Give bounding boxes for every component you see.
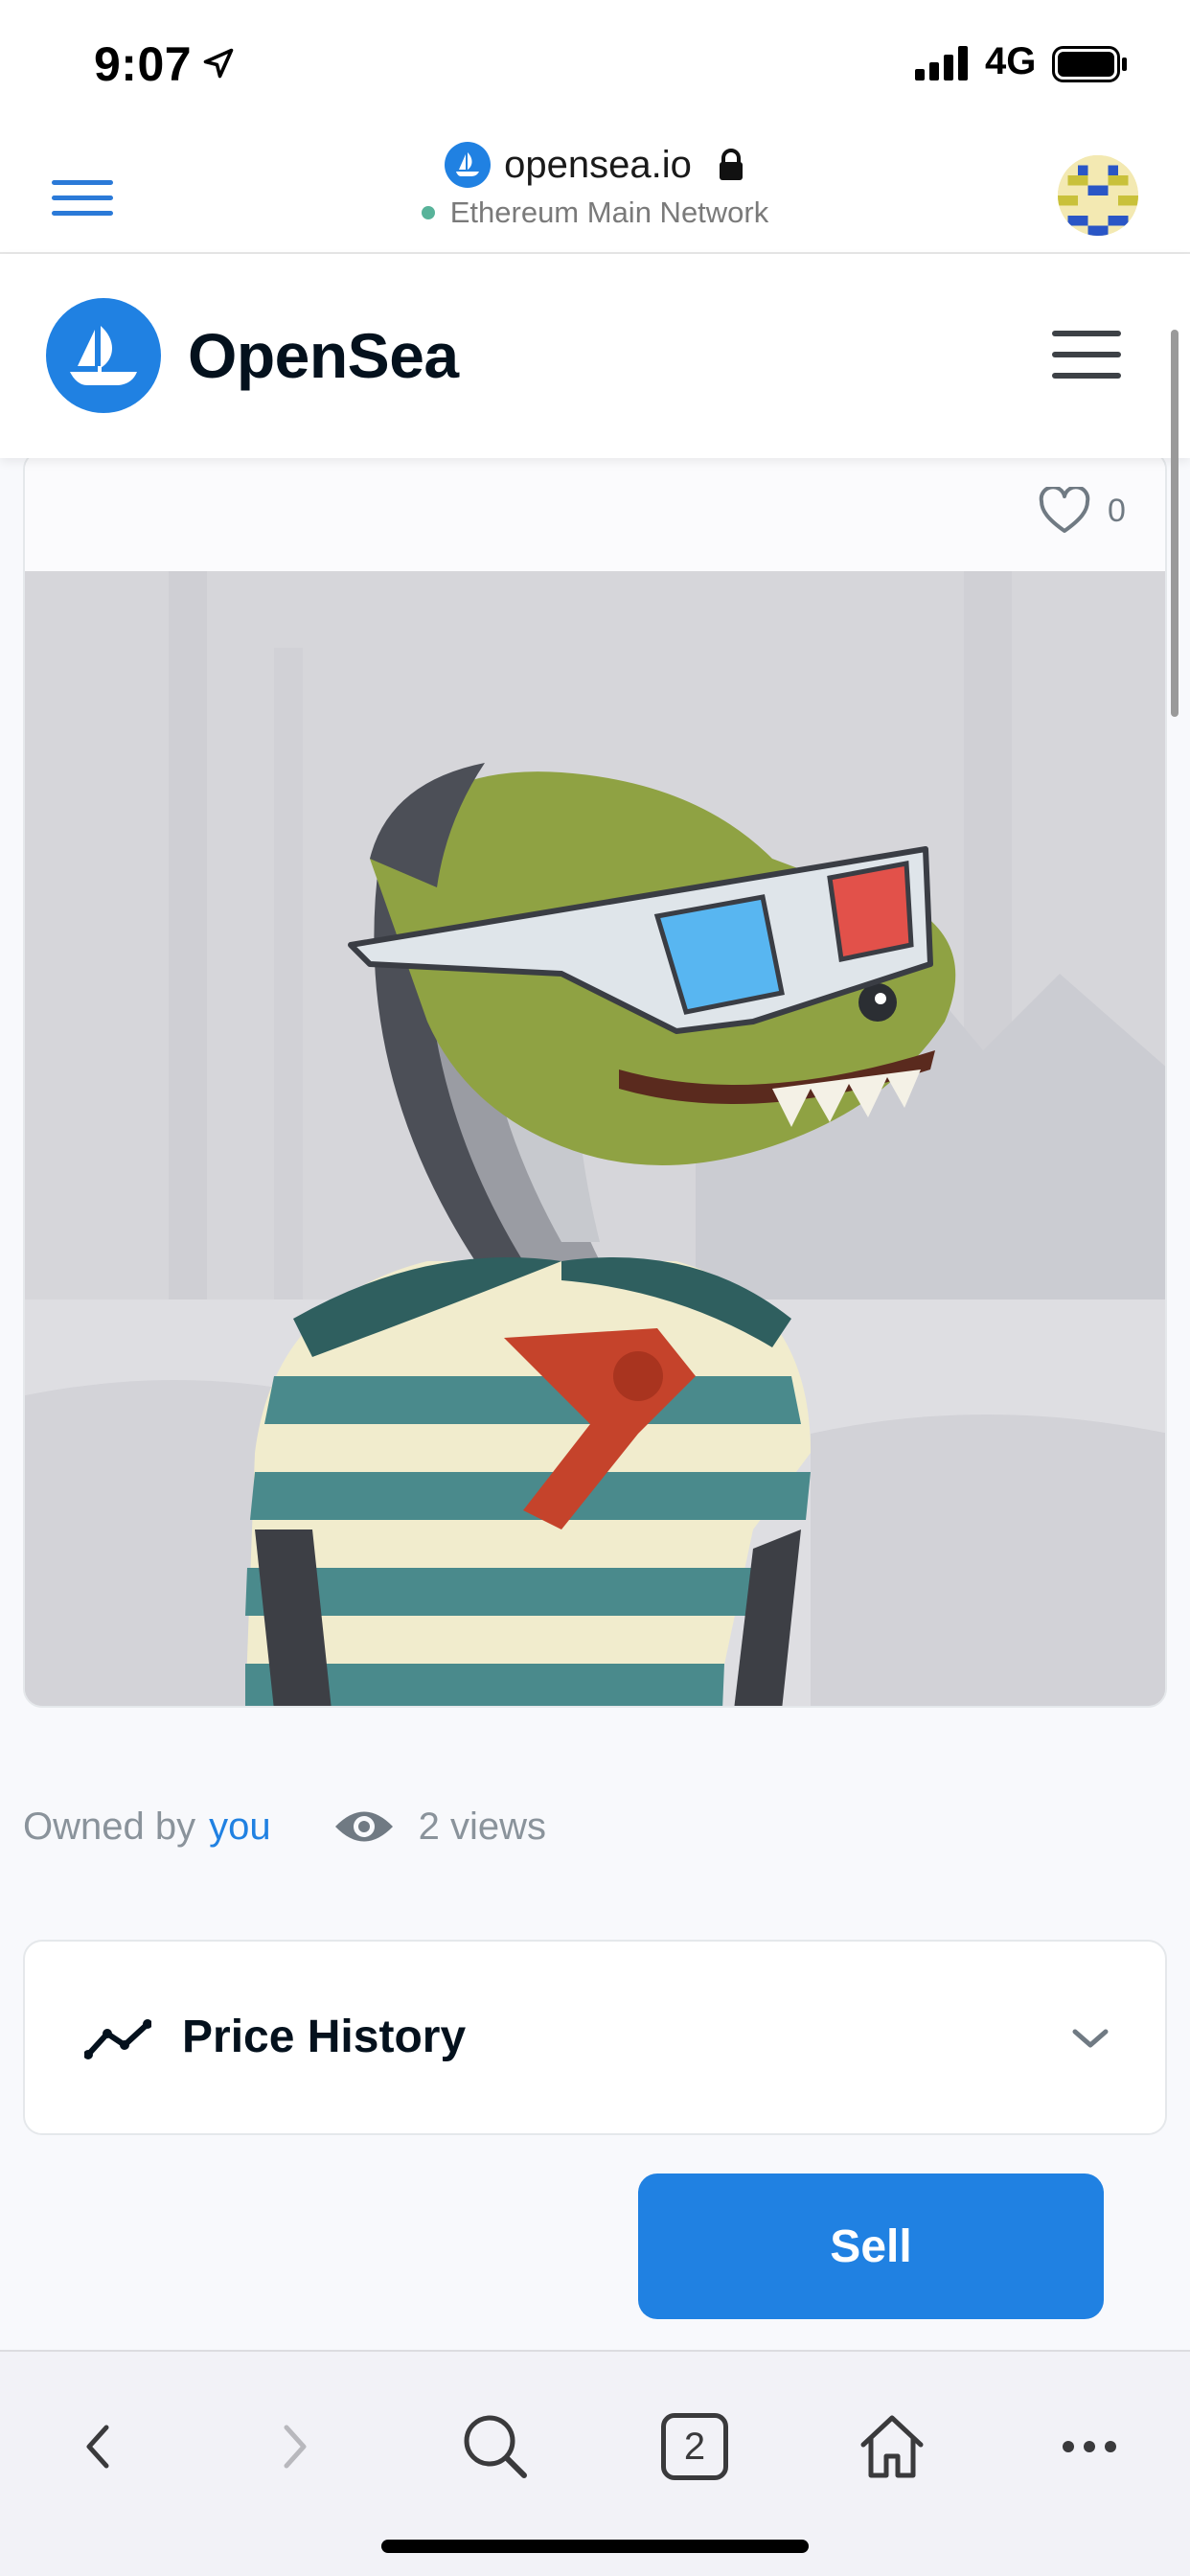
tabs-button[interactable]: 2 [652, 2404, 738, 2490]
chevron-left-icon[interactable] [56, 2404, 142, 2490]
sell-button[interactable]: Sell [638, 2174, 1104, 2319]
tabs-count: 2 [661, 2413, 728, 2480]
network-status-dot [421, 206, 435, 219]
search-icon[interactable] [452, 2404, 538, 2490]
card-header: 0 [25, 452, 1165, 571]
more-icon[interactable] [1046, 2404, 1133, 2490]
home-icon[interactable] [849, 2404, 935, 2490]
opensea-logo-icon[interactable] [46, 298, 161, 413]
browser-bar: opensea.io Ethereum Main Network [0, 125, 1190, 254]
trend-line-icon [84, 2019, 151, 2059]
status-bar: 9:07 4G [0, 0, 1190, 125]
chevron-down-icon[interactable] [1069, 2024, 1111, 2053]
item-meta: Owned by you 2 views [23, 1798, 546, 1855]
network-label: Ethereum Main Network [449, 196, 769, 229]
scrollbar[interactable] [1171, 330, 1179, 717]
battery-icon [1052, 46, 1127, 82]
price-history-title: Price History [182, 2012, 467, 2062]
opensea-icon [445, 142, 492, 188]
site-header: OpenSea [0, 254, 1190, 458]
favorites-count: 0 [1108, 493, 1126, 529]
address-bar[interactable]: opensea.io Ethereum Main Network [0, 142, 1190, 230]
owner-link[interactable]: you [209, 1806, 271, 1849]
heart-icon[interactable] [1039, 487, 1090, 535]
nft-image[interactable] [25, 571, 1165, 1706]
url-domain: opensea.io [504, 143, 692, 186]
views-count: 2 views [418, 1805, 546, 1848]
item-card: 0 [23, 450, 1167, 1708]
owner-prefix: Owned by [23, 1805, 196, 1848]
eye-icon [334, 1811, 393, 1842]
lock-icon [719, 149, 743, 180]
brand-name[interactable]: OpenSea [188, 319, 459, 392]
home-indicator[interactable] [381, 2540, 809, 2553]
menu-icon[interactable] [1052, 331, 1121, 394]
network-type: 4G [985, 40, 1037, 82]
price-history-panel[interactable]: Price History [23, 1940, 1167, 2135]
chevron-right-icon[interactable] [251, 2404, 337, 2490]
location-arrow-icon [203, 48, 234, 79]
status-time: 9:07 [94, 37, 193, 91]
wallet-avatar[interactable] [1058, 155, 1138, 236]
cellular-signal-icon [915, 46, 968, 80]
